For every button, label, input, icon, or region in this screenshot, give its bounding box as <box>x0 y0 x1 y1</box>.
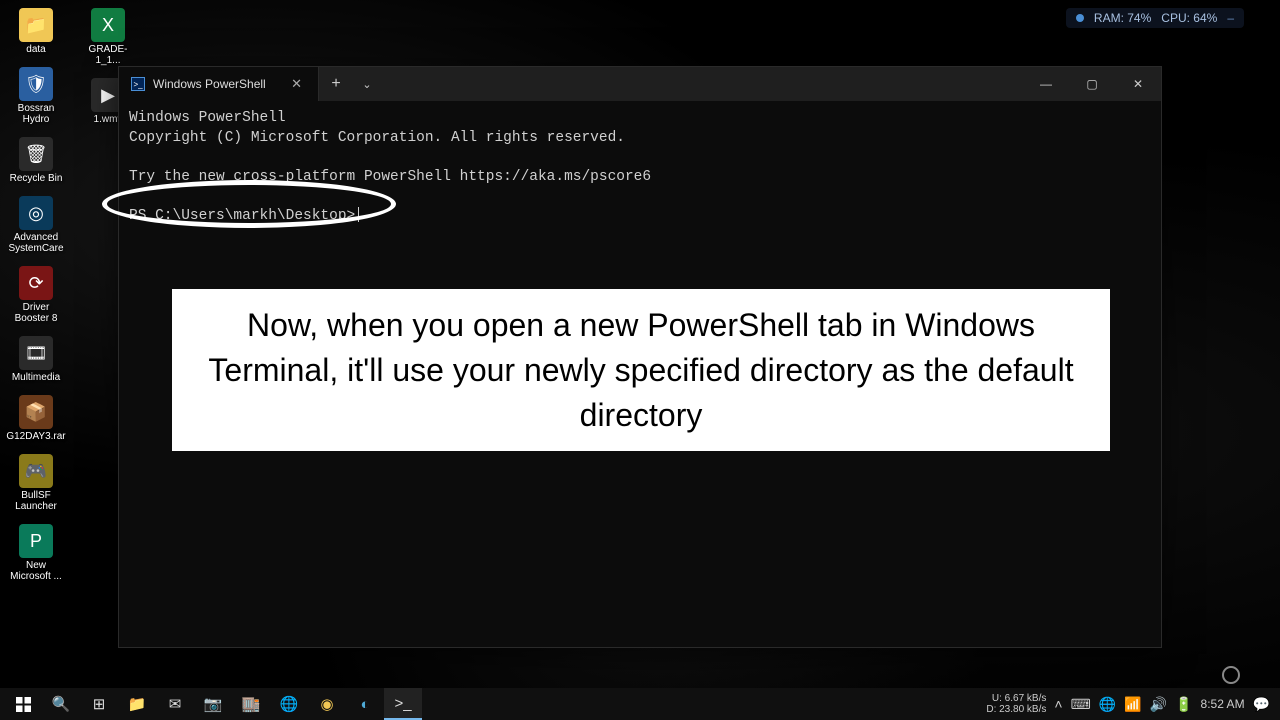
store-button[interactable]: 🏬 <box>232 688 270 720</box>
mail-button[interactable]: ✉ <box>156 688 194 720</box>
data-label: data <box>26 44 45 55</box>
desktop-icon-advanced-systemcare[interactable]: ◎Advanced SystemCare <box>6 196 66 254</box>
start-button[interactable] <box>4 688 42 720</box>
new-ms-label: New Microsoft ... <box>6 560 66 582</box>
new-ms-icon: P <box>19 524 53 558</box>
tab-title: Windows PowerShell <box>153 77 279 91</box>
bossran-hydro-label: Bossran Hydro <box>6 103 66 125</box>
advanced-systemcare-label: Advanced SystemCare <box>6 232 66 254</box>
action-center-icon[interactable]: 💬 <box>1253 696 1270 713</box>
wifi-icon[interactable]: 📶 <box>1124 696 1141 713</box>
cursor-icon <box>358 207 359 222</box>
tab-dropdown-button[interactable]: ⌄ <box>353 67 381 101</box>
recycle-bin-icon: 🗑 <box>19 137 53 171</box>
tab-close-button[interactable]: ✕ <box>287 76 306 92</box>
desktop-icon-multimedia[interactable]: 🎞 Multimedia <box>6 336 66 383</box>
monitor-collapse-icon[interactable]: – <box>1227 11 1234 25</box>
taskbar: 🔍 ⊞ 📁 ✉ 📷 🏬 🌐 ◉ ◐ >_ U: 6.67 kB/s D: 23.… <box>0 688 1280 720</box>
tray-chevron-icon[interactable]: ˄ <box>1054 696 1062 712</box>
desktop-icon-recycle-bin[interactable]: 🗑 Recycle Bin <box>6 137 66 184</box>
file-explorer-button[interactable]: 📁 <box>118 688 156 720</box>
terminal-prompt: PS C:\Users\markh\Desktop> <box>129 208 355 224</box>
ram-usage: RAM: 74% <box>1094 11 1151 25</box>
data-icon: 📁 <box>19 8 53 42</box>
driver-booster-label: Driver Booster 8 <box>6 302 66 324</box>
terminal-line-2: Copyright (C) Microsoft Corporation. All… <box>129 130 625 146</box>
multimedia-label: Multimedia <box>12 372 60 383</box>
bullsf-launcher-label: BullSF Launcher <box>6 490 66 512</box>
grade-1-label: GRADE-1_1... <box>78 44 138 66</box>
titlebar[interactable]: >_ Windows PowerShell ✕ + ⌄ — ▢ ✕ <box>119 67 1161 101</box>
search-button[interactable]: 🔍 <box>42 688 80 720</box>
terminal-line-3: Try the new cross-platform PowerShell ht… <box>129 169 651 185</box>
grade-1-icon: X <box>91 8 125 42</box>
tab-powershell[interactable]: >_ Windows PowerShell ✕ <box>119 67 319 101</box>
network-stats: U: 6.67 kB/s D: 23.80 kB/s <box>986 693 1046 715</box>
advanced-systemcare-icon: ◎ <box>19 196 53 230</box>
network-icon[interactable]: 🌐 <box>1099 696 1116 713</box>
terminal-line-1: Windows PowerShell <box>129 110 286 126</box>
input-indicator-icon[interactable]: ⌨ <box>1071 696 1091 713</box>
multimedia-icon: 🎞 <box>19 336 53 370</box>
desktop-icon-driver-booster[interactable]: ⟳Driver Booster 8 <box>6 266 66 324</box>
battery-icon[interactable]: 🔋 <box>1175 696 1192 713</box>
desktop-icon-new-ms[interactable]: PNew Microsoft ... <box>6 524 66 582</box>
tutorial-caption: Now, when you open a new PowerShell tab … <box>172 289 1110 451</box>
desktop-icons-column-1: 📁 data 🛡Bossran Hydro 🗑 Recycle Bin ◎Advanced… <box>6 8 66 582</box>
desktop-icon-bossran-hydro[interactable]: 🛡Bossran Hydro <box>6 67 66 125</box>
bullsf-launcher-icon: 🎮 <box>19 454 53 488</box>
minimize-button[interactable]: — <box>1023 67 1069 101</box>
driver-booster-icon: ⟳ <box>19 266 53 300</box>
desktop-icon-g12day3[interactable]: 📦 G12DAY3.rar <box>6 395 66 442</box>
monitor-dot-icon <box>1076 14 1084 22</box>
window-controls: — ▢ ✕ <box>1023 67 1161 101</box>
browser-button[interactable]: ◐ <box>346 688 384 720</box>
system-tray: U: 6.67 kB/s D: 23.80 kB/s ˄ ⌨ 🌐 📶 🔊 🔋 8… <box>986 693 1276 715</box>
cpu-usage: CPU: 64% <box>1161 11 1217 25</box>
powershell-icon: >_ <box>131 77 145 91</box>
g12day3-label: G12DAY3.rar <box>6 431 65 442</box>
bossran-hydro-icon: 🛡 <box>19 67 53 101</box>
desktop-icon-data[interactable]: 📁 data <box>6 8 66 55</box>
camera-button[interactable]: 📷 <box>194 688 232 720</box>
new-tab-button[interactable]: + <box>319 67 353 101</box>
recycle-bin-label: Recycle Bin <box>10 173 63 184</box>
chrome-button[interactable]: ◉ <box>308 688 346 720</box>
close-button[interactable]: ✕ <box>1115 67 1161 101</box>
desktop-icon-bullsf-launcher[interactable]: 🎮BullSF Launcher <box>6 454 66 512</box>
volume-icon[interactable]: 🔊 <box>1150 696 1167 713</box>
cortana-ring-icon <box>1222 666 1240 684</box>
clock[interactable]: 8:52 AM <box>1201 697 1245 711</box>
g12day3-icon: 📦 <box>19 395 53 429</box>
task-view-button[interactable]: ⊞ <box>80 688 118 720</box>
edge-button[interactable]: 🌐 <box>270 688 308 720</box>
desktop-icon-grade-1[interactable]: XGRADE-1_1... <box>78 8 138 66</box>
maximize-button[interactable]: ▢ <box>1069 67 1115 101</box>
system-monitor-overlay: RAM: 74% CPU: 64% – <box>1066 8 1244 28</box>
terminal-taskbar-button[interactable]: >_ <box>384 688 422 720</box>
